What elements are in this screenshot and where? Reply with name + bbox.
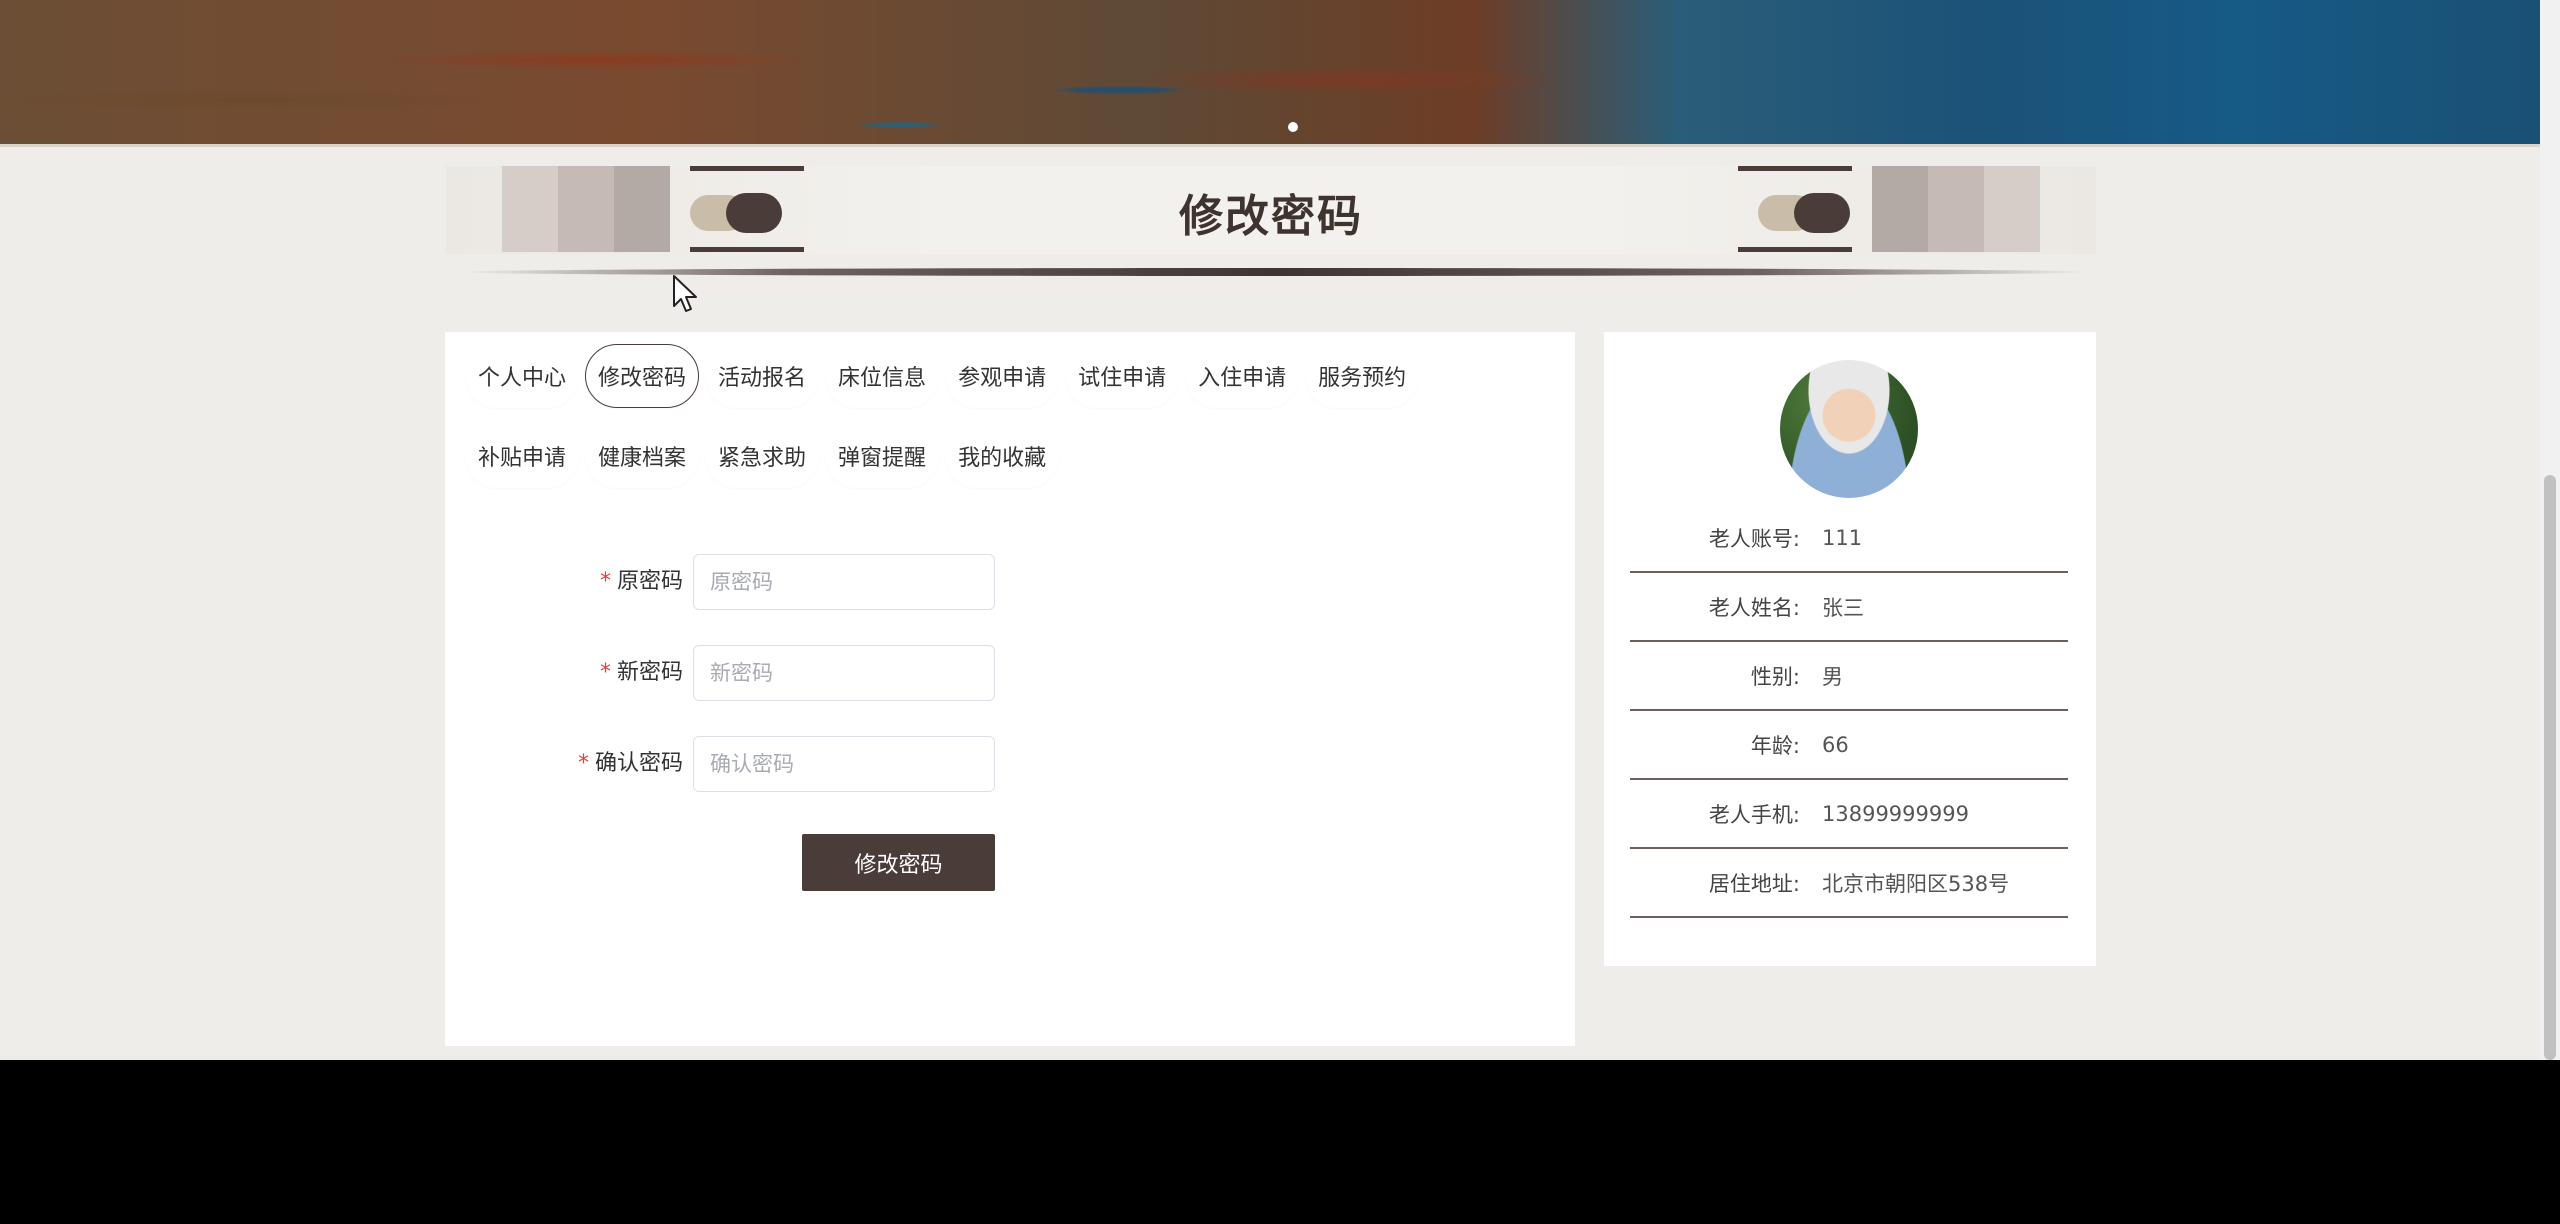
tab-bed-info[interactable]: 床位信息 [825, 344, 939, 408]
confirm-password-input[interactable] [693, 736, 995, 792]
profile-label: 性别: [1750, 664, 1800, 689]
decoration-blocks-right [1872, 166, 2040, 252]
profile-value: 13899999999 [1822, 801, 1969, 826]
carousel-indicator-dot[interactable] [1288, 122, 1298, 132]
profile-label: 年龄: [1750, 733, 1800, 758]
profile-row-name: 老人姓名: 张三 [1630, 573, 2068, 642]
profile-card: 老人账号: 111 老人姓名: 张三 性别: 男 年龄: 66 老人手机: 13… [1604, 332, 2096, 966]
profile-label: 老人姓名: [1708, 595, 1800, 620]
title-divider [460, 268, 2090, 276]
profile-row-phone: 老人手机: 13899999999 [1630, 780, 2068, 849]
profile-label: 老人手机: [1708, 802, 1800, 827]
profile-value: 男 [1822, 664, 1843, 689]
tab-row-1: 个人中心 修改密码 活动报名 床位信息 参观申请 试住申请 入住申请 服务预约 [465, 344, 1555, 410]
tab-trial-stay-application[interactable]: 试住申请 [1065, 344, 1179, 408]
tab-visit-application[interactable]: 参观申请 [945, 344, 1059, 408]
new-password-input[interactable] [693, 645, 995, 701]
profile-value: 张三 [1822, 595, 1864, 620]
tab-popup-reminder[interactable]: 弹窗提醒 [825, 424, 939, 488]
tab-personal-center[interactable]: 个人中心 [465, 344, 579, 408]
old-password-input[interactable] [693, 554, 995, 610]
required-mark: * [599, 660, 611, 685]
tab-my-favorites[interactable]: 我的收藏 [945, 424, 1059, 488]
profile-label: 老人账号: [1708, 526, 1800, 551]
required-mark: * [599, 569, 611, 594]
profile-row-age: 年龄: 66 [1630, 711, 2068, 780]
top-banner-carousel [0, 0, 2540, 147]
tab-subsidy-application[interactable]: 补贴申请 [465, 424, 579, 488]
tab-checkin-application[interactable]: 入住申请 [1185, 344, 1299, 408]
avatar [1780, 360, 1918, 498]
profile-row-account: 老人账号: 111 [1630, 504, 2068, 573]
profile-label: 居住地址: [1708, 871, 1800, 896]
confirm-password-row: * 确认密码 [445, 736, 1575, 792]
old-password-label: * 原密码 [599, 569, 683, 594]
user-center-tabs: 个人中心 修改密码 活动报名 床位信息 参观申请 试住申请 入住申请 服务预约 … [465, 344, 1555, 504]
scrollbar-thumb[interactable] [2544, 475, 2556, 1060]
page-footer [0, 1060, 2560, 1224]
decoration-pill-right [1738, 166, 1852, 252]
change-password-button[interactable]: 修改密码 [802, 834, 995, 891]
old-password-row: * 原密码 [445, 554, 1575, 610]
tab-row-2: 补贴申请 健康档案 紧急求助 弹窗提醒 我的收藏 [465, 424, 1555, 490]
main-panel: 个人中心 修改密码 活动报名 床位信息 参观申请 试住申请 入住申请 服务预约 … [445, 332, 1575, 1046]
mouse-cursor-icon [673, 275, 697, 312]
required-mark: * [577, 751, 589, 776]
title-band: 修改密码 [446, 166, 2096, 254]
profile-value: 北京市朝阳区538号 [1822, 871, 2010, 896]
page-scrollbar[interactable] [2540, 0, 2560, 1060]
tab-change-password[interactable]: 修改密码 [585, 344, 700, 408]
profile-value: 111 [1822, 525, 1863, 550]
confirm-password-label: * 确认密码 [577, 751, 683, 776]
profile-row-gender: 性别: 男 [1630, 642, 2068, 711]
profile-value: 66 [1822, 732, 1849, 757]
tab-health-records[interactable]: 健康档案 [585, 424, 699, 488]
profile-info-list: 老人账号: 111 老人姓名: 张三 性别: 男 年龄: 66 老人手机: 13… [1630, 504, 2068, 918]
profile-row-address: 居住地址: 北京市朝阳区538号 [1630, 849, 2068, 918]
new-password-row: * 新密码 [445, 645, 1575, 701]
tab-emergency-help[interactable]: 紧急求助 [705, 424, 819, 488]
new-password-label: * 新密码 [599, 660, 683, 685]
tab-service-booking[interactable]: 服务预约 [1305, 344, 1419, 408]
tab-activity-signup[interactable]: 活动报名 [705, 344, 819, 408]
